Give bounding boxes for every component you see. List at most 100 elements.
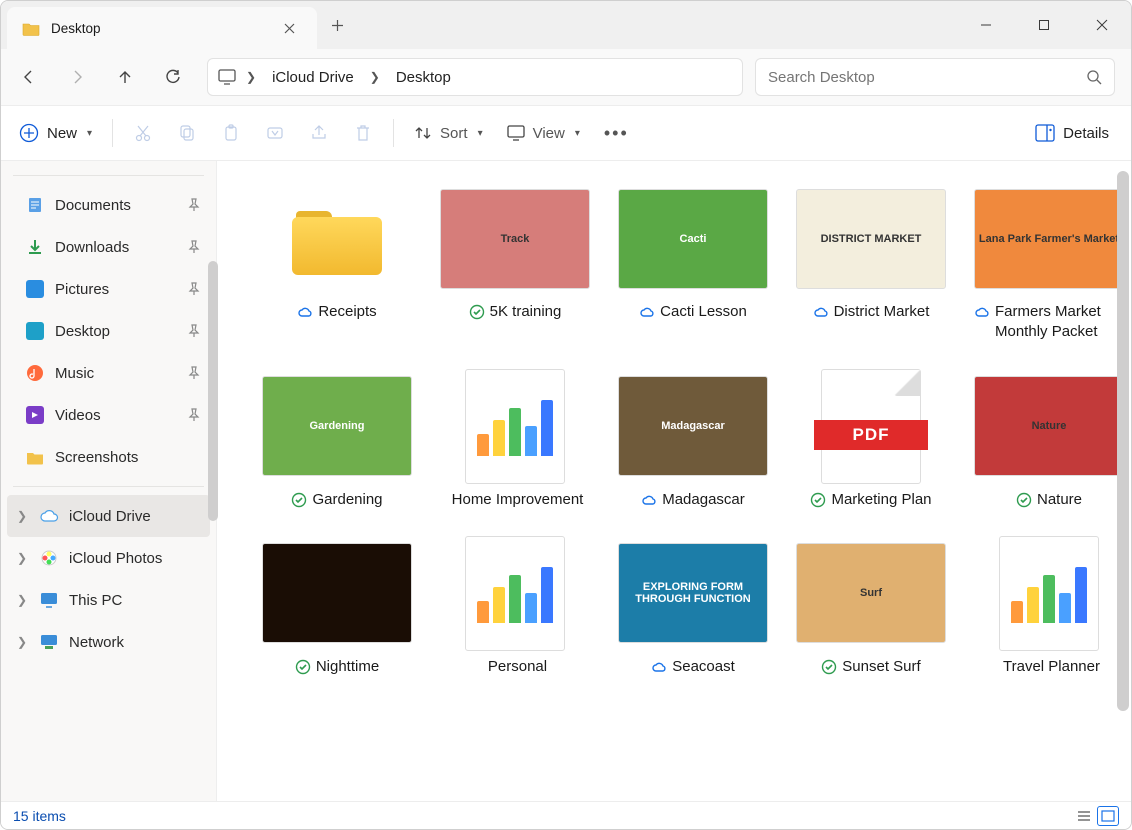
share-button[interactable] (299, 114, 339, 152)
sidebar-item-videos[interactable]: Videos (7, 394, 210, 436)
copy-button[interactable] (167, 114, 207, 152)
new-tab-button[interactable] (317, 1, 357, 49)
file-name: Nighttime (316, 657, 379, 677)
file-item[interactable]: Nighttime (257, 536, 417, 677)
address-bar[interactable]: ❯ iCloud Drive ❯ Desktop (207, 58, 743, 96)
chevron-right-icon: ❯ (366, 70, 384, 84)
sidebar-item-label: Network (69, 634, 124, 651)
sidebar-item-documents[interactable]: Documents (7, 184, 210, 226)
details-button[interactable]: Details (1021, 114, 1123, 152)
network-icon (39, 632, 59, 652)
image-thumbnail: Gardening (262, 376, 412, 476)
file-item[interactable]: Cacti Cacti Lesson (613, 181, 773, 343)
chart-document-icon (465, 536, 565, 651)
cut-button[interactable] (123, 114, 163, 152)
image-thumbnail (262, 543, 412, 643)
file-item[interactable]: Home Improvement (435, 369, 595, 510)
sync-status-icon (295, 657, 311, 675)
sidebar-item-label: Videos (55, 407, 101, 424)
breadcrumb-icloud-drive[interactable]: iCloud Drive (266, 65, 360, 90)
tab-close-button[interactable] (275, 14, 303, 42)
pin-icon (188, 366, 200, 380)
sidebar-item-pictures[interactable]: Pictures (7, 268, 210, 310)
close-button[interactable] (1073, 1, 1131, 49)
up-button[interactable] (103, 57, 147, 97)
icloud-icon (39, 506, 59, 526)
file-item[interactable]: Track 5K training (435, 181, 595, 343)
videos-icon (25, 405, 45, 425)
sidebar-item-icloud-photos[interactable]: ❯ iCloud Photos (7, 537, 210, 579)
file-item[interactable]: Madagascar Madagascar (613, 369, 773, 510)
sort-label: Sort (440, 125, 468, 142)
delete-button[interactable] (343, 114, 383, 152)
view-details-toggle[interactable] (1073, 806, 1095, 826)
file-item[interactable]: Lana Park Farmer's Market Farmers Market… (969, 181, 1129, 343)
chevron-right-icon: ❯ (242, 70, 260, 84)
rename-button[interactable] (255, 114, 295, 152)
details-label: Details (1063, 125, 1109, 142)
file-item[interactable]: Receipts (257, 181, 417, 343)
view-icons-toggle[interactable] (1097, 806, 1119, 826)
iphotos-icon (39, 548, 59, 568)
sort-button[interactable]: Sort ▾ (404, 114, 493, 152)
folder-icon (292, 203, 382, 275)
sidebar-item-icloud-drive[interactable]: ❯ iCloud Drive (7, 495, 210, 537)
paste-button[interactable] (211, 114, 251, 152)
file-item[interactable]: EXPLORING FORM THROUGH FUNCTION Seacoast (613, 536, 773, 677)
maximize-button[interactable] (1015, 1, 1073, 49)
file-name: Madagascar (662, 490, 745, 510)
back-button[interactable] (7, 57, 51, 97)
image-thumbnail: Nature (974, 376, 1124, 476)
sync-status-icon (813, 302, 829, 320)
sidebar-item-music[interactable]: Music (7, 352, 210, 394)
file-item[interactable]: DISTRICT MARKET District Market (791, 181, 951, 343)
sidebar-item-downloads[interactable]: Downloads (7, 226, 210, 268)
sidebar-item-label: Documents (55, 197, 131, 214)
sidebar-item-desktop[interactable]: Desktop (7, 310, 210, 352)
file-name: Personal (488, 657, 547, 677)
scrollbar[interactable] (1117, 171, 1129, 711)
statusbar: 15 items (1, 801, 1131, 829)
chevron-right-icon[interactable]: ❯ (15, 509, 29, 523)
file-item[interactable]: Gardening Gardening (257, 369, 417, 510)
sidebar-item-label: Music (55, 365, 94, 382)
music-icon (25, 363, 45, 383)
sidebar: Documents Downloads Pictures Desktop Mus… (1, 161, 217, 801)
file-item[interactable]: Surf Sunset Surf (791, 536, 951, 677)
chevron-right-icon[interactable]: ❯ (15, 635, 29, 649)
pin-icon (188, 198, 200, 212)
sidebar-item-network[interactable]: ❯ Network (7, 621, 210, 663)
file-item[interactable]: Travel Planner (969, 536, 1129, 677)
sync-status-icon (639, 302, 655, 320)
file-item[interactable]: Personal (435, 536, 595, 677)
sidebar-item-this-pc[interactable]: ❯ This PC (7, 579, 210, 621)
sidebar-item-label: iCloud Photos (69, 550, 162, 567)
separator (393, 119, 394, 147)
sidebar-item-label: Screenshots (55, 449, 138, 466)
sidebar-item-screenshots[interactable]: Screenshots (7, 436, 210, 478)
refresh-button[interactable] (151, 57, 195, 97)
sync-status-icon (297, 302, 313, 320)
file-item[interactable]: Nature Nature (969, 369, 1129, 510)
tab-desktop[interactable]: Desktop (7, 7, 317, 49)
file-name: Receipts (318, 302, 376, 322)
chevron-right-icon[interactable]: ❯ (15, 593, 29, 607)
file-name: Travel Planner (1003, 657, 1100, 677)
titlebar: Desktop (1, 1, 1131, 49)
minimize-button[interactable] (957, 1, 1015, 49)
new-button[interactable]: New ▾ (9, 114, 102, 152)
folder-icon (25, 447, 45, 467)
search-input[interactable] (768, 69, 1086, 86)
image-thumbnail: Track (440, 189, 590, 289)
pin-icon (188, 408, 200, 422)
forward-button[interactable] (55, 57, 99, 97)
breadcrumb-desktop[interactable]: Desktop (390, 65, 457, 90)
more-button[interactable]: ••• (594, 114, 639, 152)
sync-status-icon (651, 657, 667, 675)
navigation-row: ❯ iCloud Drive ❯ Desktop (1, 49, 1131, 105)
search-box[interactable] (755, 58, 1115, 96)
chevron-right-icon[interactable]: ❯ (15, 551, 29, 565)
view-button[interactable]: View ▾ (497, 114, 590, 152)
toolbar: New ▾ Sort ▾ View ▾ ••• Details (1, 105, 1131, 161)
file-item[interactable]: PDF Marketing Plan (791, 369, 951, 510)
